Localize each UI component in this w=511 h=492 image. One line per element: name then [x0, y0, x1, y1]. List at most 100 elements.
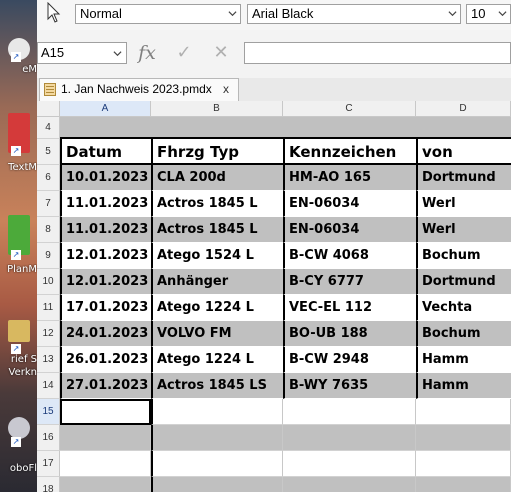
row-header-9[interactable]: 9: [37, 243, 60, 269]
column-header-c[interactable]: C: [283, 101, 416, 117]
cell-b18[interactable]: [151, 477, 283, 492]
cell-a9[interactable]: 12.01.2023: [60, 243, 151, 269]
cell-b10[interactable]: Anhänger: [151, 269, 283, 295]
row-header-13[interactable]: 13: [37, 347, 60, 373]
cell-c17[interactable]: [283, 451, 416, 477]
shortcut-arrow-icon: ↗: [11, 52, 21, 62]
column-header-b[interactable]: B: [151, 101, 283, 117]
cell-c12[interactable]: BO-UB 188: [283, 321, 416, 347]
cell-b15[interactable]: [151, 399, 283, 425]
font-size-select[interactable]: 10: [466, 4, 511, 24]
cell-a8[interactable]: 11.01.2023: [60, 217, 151, 243]
cell-d15[interactable]: [416, 399, 511, 425]
cell-b13[interactable]: Atego 1224 L: [151, 347, 283, 373]
cell-c5[interactable]: Kennzeichen: [283, 139, 416, 165]
cell-c18[interactable]: [283, 477, 416, 492]
cell-c4[interactable]: [283, 117, 416, 139]
cell-a18[interactable]: [60, 477, 151, 492]
cell-d13[interactable]: Hamm: [416, 347, 511, 373]
cell-b5[interactable]: Fhrzg Typ: [151, 139, 283, 165]
cell-b12[interactable]: VOLVO FM: [151, 321, 283, 347]
cell-b4[interactable]: [151, 117, 283, 139]
desktop-strip: ↗ eM ↗ TextM ↗ PlanM ↗ rief S Verkn ↗ ob…: [0, 0, 37, 492]
cell-c8[interactable]: EN-06034: [283, 217, 416, 243]
row-header-8[interactable]: 8: [37, 217, 60, 243]
select-all-corner[interactable]: [37, 101, 60, 117]
format-toolbar: Normal Arial Black 10: [37, 0, 511, 30]
row-header-18[interactable]: 18: [37, 477, 60, 492]
cell-d10[interactable]: Dortmund: [416, 269, 511, 295]
chevron-down-icon: [448, 11, 457, 17]
cell-a6[interactable]: 10.01.2023: [60, 165, 151, 191]
cell-d11[interactable]: Vechta: [416, 295, 511, 321]
cell-a7[interactable]: 11.01.2023: [60, 191, 151, 217]
row-header-7[interactable]: 7: [37, 191, 60, 217]
row-header-14[interactable]: 14: [37, 373, 60, 399]
cell-c6[interactable]: HM-AO 165: [283, 165, 416, 191]
insert-function-button[interactable]: fx: [135, 41, 159, 65]
cell-d8[interactable]: Werl: [416, 217, 511, 243]
cell-d16[interactable]: [416, 425, 511, 451]
cell-d14[interactable]: Hamm: [416, 373, 511, 399]
cell-d9[interactable]: Bochum: [416, 243, 511, 269]
cancel-entry-button[interactable]: ✕: [209, 41, 233, 65]
cell-c15[interactable]: [283, 399, 416, 425]
cell-c7[interactable]: EN-06034: [283, 191, 416, 217]
row-header-17[interactable]: 17: [37, 451, 60, 477]
cell-b17[interactable]: [151, 451, 283, 477]
cell-c10[interactable]: B-CY 6777: [283, 269, 416, 295]
font-name-select[interactable]: Arial Black: [247, 4, 461, 24]
row-header-4[interactable]: 4: [37, 117, 60, 139]
cell-d4[interactable]: [416, 117, 511, 139]
confirm-entry-button[interactable]: ✓: [172, 41, 196, 65]
cell-d18[interactable]: [416, 477, 511, 492]
cell-c14[interactable]: B-WY 7635: [283, 373, 416, 399]
cell-c9[interactable]: B-CW 4068: [283, 243, 416, 269]
column-header-a[interactable]: A: [60, 101, 151, 117]
cell-c13[interactable]: B-CW 2948: [283, 347, 416, 373]
row-header-5[interactable]: 5: [37, 139, 60, 165]
cell-d6[interactable]: Dortmund: [416, 165, 511, 191]
formula-input[interactable]: [244, 42, 511, 64]
cell-c16[interactable]: [283, 425, 416, 451]
cell-d7[interactable]: Werl: [416, 191, 511, 217]
column-header-d[interactable]: D: [416, 101, 511, 117]
cell-b16[interactable]: [151, 425, 283, 451]
cell-a16[interactable]: [60, 425, 151, 451]
cell-b14[interactable]: Actros 1845 LS: [151, 373, 283, 399]
row-header-6[interactable]: 6: [37, 165, 60, 191]
document-tab[interactable]: 1. Jan Nachweis 2023.pmdx x: [39, 78, 239, 101]
paragraph-style-value: Normal: [80, 6, 122, 21]
cell-b6[interactable]: CLA 200d: [151, 165, 283, 191]
planmaker-icon[interactable]: [8, 215, 30, 255]
cell-a17[interactable]: [60, 451, 151, 477]
cell-a4[interactable]: [60, 117, 151, 139]
cell-b8[interactable]: Actros 1845 L: [151, 217, 283, 243]
close-tab-button[interactable]: x: [223, 82, 229, 96]
cell-a15[interactable]: [60, 399, 151, 425]
cell-b7[interactable]: Actros 1845 L: [151, 191, 283, 217]
row-header-12[interactable]: 12: [37, 321, 60, 347]
spreadsheet-grid[interactable]: A B C D 4 5 Datum Fhrzg Typ Kennzeichen von 6 10.01…: [37, 101, 511, 492]
row-header-15[interactable]: 15: [37, 399, 60, 425]
cell-a13[interactable]: 26.01.2023: [60, 347, 151, 373]
cell-reference-box[interactable]: A15: [37, 42, 127, 64]
row-header-16[interactable]: 16: [37, 425, 60, 451]
row-header-11[interactable]: 11: [37, 295, 60, 321]
cell-a12[interactable]: 24.01.2023: [60, 321, 151, 347]
cell-d17[interactable]: [416, 451, 511, 477]
chevron-down-icon: [113, 51, 122, 57]
cell-a10[interactable]: 12.01.2023: [60, 269, 151, 295]
paragraph-style-select[interactable]: Normal: [75, 4, 241, 24]
letter-shortcut-icon[interactable]: [8, 320, 30, 342]
cell-c11[interactable]: VEC-EL 112: [283, 295, 416, 321]
cell-a11[interactable]: 17.01.2023: [60, 295, 151, 321]
cell-a14[interactable]: 27.01.2023: [60, 373, 151, 399]
cell-a5[interactable]: Datum: [60, 139, 151, 165]
roboform-icon[interactable]: [8, 417, 30, 439]
cell-d5[interactable]: von: [416, 139, 511, 165]
cell-d12[interactable]: Bochum: [416, 321, 511, 347]
cell-b11[interactable]: Atego 1224 L: [151, 295, 283, 321]
cell-b9[interactable]: Atego 1524 L: [151, 243, 283, 269]
row-header-10[interactable]: 10: [37, 269, 60, 295]
